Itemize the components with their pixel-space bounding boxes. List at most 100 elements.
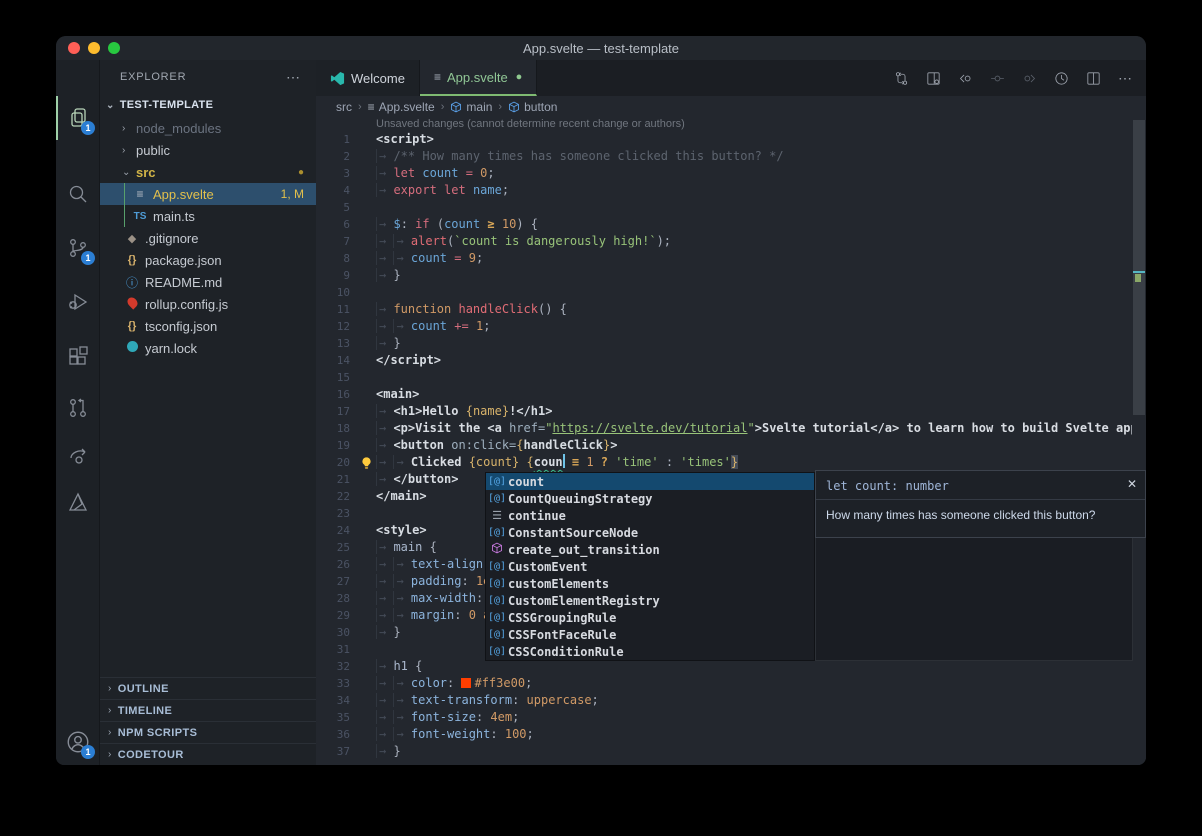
code-line-3[interactable]: 3→ let count = 0; <box>316 165 1146 182</box>
more-actions-icon[interactable]: ⋯ <box>1112 65 1138 91</box>
scrollbar-slider[interactable] <box>1133 120 1145 415</box>
code-line-12[interactable]: 12→ → count += 1; <box>316 318 1146 335</box>
code-line-4[interactable]: 4→ export let name; <box>316 182 1146 199</box>
line-content: → } <box>376 335 401 352</box>
source-control-icon[interactable]: 1 <box>56 226 100 270</box>
run-debug-icon[interactable] <box>56 280 100 324</box>
accounts-icon[interactable]: 1 <box>56 720 100 764</box>
project-root-folder[interactable]: ⌄ TEST-TEMPLATE <box>100 94 316 116</box>
github-pull-requests-icon[interactable] <box>56 386 100 430</box>
suggest-item-countqueuingstrategy[interactable]: [@]CountQueuingStrategy <box>486 490 814 507</box>
tree-item-main-ts[interactable]: TSmain.ts <box>100 205 316 227</box>
code-line-35[interactable]: 35→ → font-size: 4em; <box>316 709 1146 726</box>
file-history-icon[interactable] <box>1048 65 1074 91</box>
editor-scrollbar[interactable] <box>1132 120 1146 765</box>
line-number: 27 <box>316 573 350 590</box>
suggest-item-constantsourcenode[interactable]: [@]ConstantSourceNode <box>486 524 814 541</box>
code-line-34[interactable]: 34→ → text-transform: uppercase; <box>316 692 1146 709</box>
suggest-item-cssgroupingrule[interactable]: [@]CSSGroupingRule <box>486 609 814 626</box>
breadcrumb-item-button[interactable]: button <box>508 100 557 114</box>
code-line-19[interactable]: 19→ <button on:click={handleClick}> <box>316 437 1146 454</box>
tree-item-rollup-config-js[interactable]: rollup.config.js <box>100 293 316 315</box>
sidebar-section-timeline[interactable]: ›TIMELINE <box>100 699 316 721</box>
suggest-item-customevent[interactable]: [@]CustomEvent <box>486 558 814 575</box>
whitespace-tab-icon: → <box>393 676 410 690</box>
code-line-17[interactable]: 17→ <h1>Hello {name}!</h1> <box>316 403 1146 420</box>
next-change-icon[interactable] <box>1016 65 1042 91</box>
code-line-5[interactable]: 5 <box>316 199 1146 216</box>
tree-item-package-json[interactable]: {}package.json <box>100 249 316 271</box>
vscode-logo-icon <box>330 71 345 86</box>
whitespace-tab-icon: → <box>376 574 393 588</box>
code-line-14[interactable]: 14</script> <box>316 352 1146 369</box>
open-changes-icon[interactable] <box>888 65 914 91</box>
color-swatch[interactable] <box>461 678 471 688</box>
whitespace-tab-icon: → <box>376 625 393 639</box>
code-line-1[interactable]: 1<script> <box>316 131 1146 148</box>
split-editor-icon[interactable] <box>1080 65 1106 91</box>
code-line-2[interactable]: 2→ /** How many times has someone clicke… <box>316 148 1146 165</box>
suggest-item-cssfontfacerule[interactable]: [@]CSSFontFaceRule <box>486 626 814 643</box>
breadcrumb-item-main[interactable]: main <box>450 100 492 114</box>
explorer-badge: 1 <box>81 121 95 135</box>
suggest-item-count[interactable]: [@]count <box>486 473 814 490</box>
code-line-7[interactable]: 7→ → alert(`count is dangerously high!`)… <box>316 233 1146 250</box>
sidebar-section-outline[interactable]: ›OUTLINE <box>100 677 316 699</box>
suggest-item-customelements[interactable]: [@]customElements <box>486 575 814 592</box>
suggest-item-continue[interactable]: ☰continue <box>486 507 814 524</box>
tab-welcome[interactable]: Welcome <box>316 60 420 96</box>
sidebar-section-npm-scripts[interactable]: ›NPM SCRIPTS <box>100 721 316 743</box>
explorer-icon[interactable]: 1 <box>56 96 100 140</box>
close-icon[interactable]: ✕ <box>1127 477 1137 491</box>
tree-item-src[interactable]: ⌄src● <box>100 161 316 183</box>
whitespace-tab-icon: → <box>393 727 410 741</box>
tab-welcome-label: Welcome <box>351 71 405 86</box>
azure-icon[interactable] <box>56 480 100 524</box>
extensions-icon[interactable] <box>56 334 100 378</box>
breadcrumb-label: main <box>466 100 492 114</box>
whitespace-tab-icon: → <box>376 183 393 197</box>
open-preview-icon[interactable] <box>920 65 946 91</box>
tree-item-public[interactable]: ›public <box>100 139 316 161</box>
whitespace-tab-icon: → <box>393 608 410 622</box>
tree-item-node-modules[interactable]: ›node_modules <box>100 117 316 139</box>
line-number: 14 <box>316 352 350 369</box>
live-share-icon[interactable] <box>56 434 100 478</box>
whitespace-tab-icon: → <box>376 251 393 265</box>
breadcrumb-item-src[interactable]: src <box>336 100 352 114</box>
code-line-33[interactable]: 33→ → color: #ff3e00; <box>316 675 1146 692</box>
code-line-9[interactable]: 9→ } <box>316 267 1146 284</box>
code-line-8[interactable]: 8→ → count = 9; <box>316 250 1146 267</box>
tab-app-svelte[interactable]: ≡ App.svelte ● <box>420 60 537 96</box>
code-line-18[interactable]: 18→ <p>Visit the <a href="https://svelte… <box>316 420 1146 437</box>
previous-change-icon[interactable] <box>952 65 978 91</box>
tree-item-yarn-lock[interactable]: yarn.lock <box>100 337 316 359</box>
code-line-36[interactable]: 36→ → font-weight: 100; <box>316 726 1146 743</box>
tree-item-tsconfig-json[interactable]: {}tsconfig.json <box>100 315 316 337</box>
sidebar-sections: ›OUTLINE›TIMELINE›NPM SCRIPTS›CODETOUR <box>100 677 316 765</box>
code-line-15[interactable]: 15 <box>316 369 1146 386</box>
suggest-details-panel <box>815 538 1133 661</box>
search-icon[interactable] <box>56 172 100 216</box>
current-change-icon[interactable] <box>984 65 1010 91</box>
suggest-item-customelementregistry[interactable]: [@]CustomElementRegistry <box>486 592 814 609</box>
breadcrumb-item-app-svelte[interactable]: ≡App.svelte <box>368 100 435 114</box>
tree-item--gitignore[interactable]: ◆.gitignore <box>100 227 316 249</box>
suggest-item-label: CustomEvent <box>508 560 587 574</box>
whitespace-tab-icon: → <box>393 319 410 333</box>
code-line-16[interactable]: 16<main> <box>316 386 1146 403</box>
code-line-6[interactable]: 6→ $: if (count ≥ 10) { <box>316 216 1146 233</box>
suggest-item-create_out_transition[interactable]: create_out_transition <box>486 541 814 558</box>
suggest-item-cssconditionrule[interactable]: [@]CSSConditionRule <box>486 643 814 660</box>
selection-marker <box>1135 274 1141 282</box>
sidebar-section-codetour[interactable]: ›CODETOUR <box>100 743 316 765</box>
code-editor[interactable]: Unsaved changes (cannot determine recent… <box>316 117 1146 765</box>
code-line-13[interactable]: 13→ } <box>316 335 1146 352</box>
code-line-20[interactable]: 20→ → Clicked {count} {coun ≡ 1 ? 'time'… <box>316 454 1146 471</box>
code-line-10[interactable]: 10 <box>316 284 1146 301</box>
tree-item-app-svelte[interactable]: ≡App.svelte1, M <box>100 183 316 205</box>
code-line-11[interactable]: 11→ function handleClick() { <box>316 301 1146 318</box>
tree-item-readme-md[interactable]: ⓘREADME.md <box>100 271 316 293</box>
code-line-37[interactable]: 37→ } <box>316 743 1146 760</box>
explorer-more-actions-icon[interactable]: ⋯ <box>286 69 300 86</box>
